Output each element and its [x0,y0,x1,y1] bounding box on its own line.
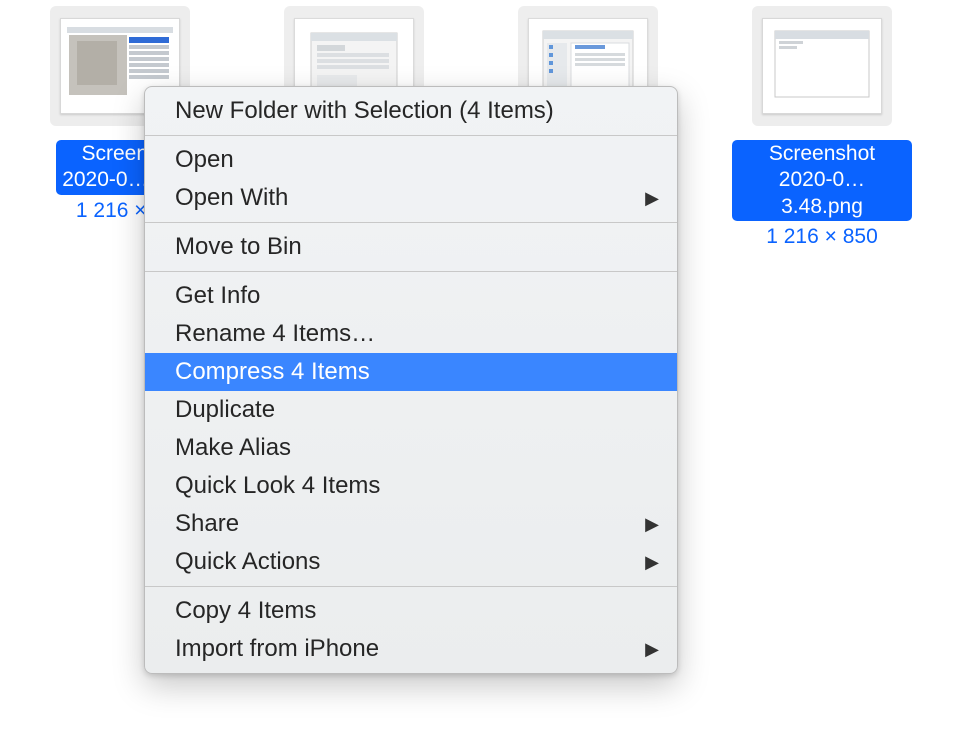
menu-label: Duplicate [175,396,275,424]
menu-compress[interactable]: Compress 4 Items [145,353,677,391]
menu-label: Import from iPhone [175,635,379,663]
file-dimensions: 1 216 × 850 [766,225,878,249]
menu-share[interactable]: Share ▶ [145,505,677,543]
menu-label: Rename 4 Items… [175,320,375,348]
menu-import-from-iphone[interactable]: Import from iPhone ▶ [145,630,677,668]
menu-separator [145,271,677,272]
menu-label: Open [175,146,234,174]
file-thumbnail [752,6,892,126]
submenu-arrow-icon: ▶ [645,188,659,209]
submenu-arrow-icon: ▶ [645,552,659,573]
menu-label: Compress 4 Items [175,358,370,386]
menu-rename[interactable]: Rename 4 Items… [145,315,677,353]
finder-context-menu: New Folder with Selection (4 Items) Open… [144,86,678,674]
menu-label: Move to Bin [175,233,302,261]
menu-label: New Folder with Selection (4 Items) [175,97,554,125]
menu-move-to-bin[interactable]: Move to Bin [145,228,677,266]
file-name-label: Screenshot 2020-0…3.48.png [732,140,912,221]
file-item[interactable]: Screenshot 2020-0…3.48.png 1 216 × 850 [732,6,912,249]
menu-new-folder-with-selection[interactable]: New Folder with Selection (4 Items) [145,92,677,130]
menu-quick-look[interactable]: Quick Look 4 Items [145,467,677,505]
menu-label: Make Alias [175,434,291,462]
menu-make-alias[interactable]: Make Alias [145,429,677,467]
menu-duplicate[interactable]: Duplicate [145,391,677,429]
menu-label: Open With [175,184,288,212]
submenu-arrow-icon: ▶ [645,639,659,660]
menu-open[interactable]: Open [145,141,677,179]
menu-copy[interactable]: Copy 4 Items [145,592,677,630]
menu-label: Copy 4 Items [175,597,316,625]
menu-label: Quick Actions [175,548,320,576]
menu-separator [145,586,677,587]
menu-label: Share [175,510,239,538]
menu-label: Get Info [175,282,260,310]
menu-get-info[interactable]: Get Info [145,277,677,315]
menu-quick-actions[interactable]: Quick Actions ▶ [145,543,677,581]
menu-separator [145,135,677,136]
submenu-arrow-icon: ▶ [645,514,659,535]
menu-separator [145,222,677,223]
file-name-line1: Screenshot [769,142,875,165]
file-name-line2: 2020-0…3.48.png [779,168,865,217]
menu-label: Quick Look 4 Items [175,472,380,500]
menu-open-with[interactable]: Open With ▶ [145,179,677,217]
